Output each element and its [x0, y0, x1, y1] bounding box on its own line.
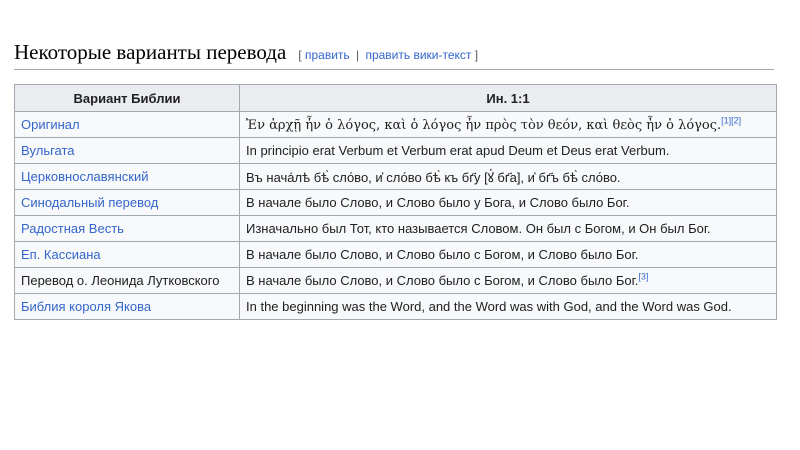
version-cell: Синодальный перевод [14, 189, 240, 216]
edit-bracket-close: ] [474, 48, 479, 62]
version-link-kassian[interactable]: Еп. Кассиана [21, 247, 101, 262]
verse-text: Ἐν ἀρχῇ ἦν ὁ λόγος, καὶ ὁ λόγος ἦν πρὸς … [246, 117, 722, 133]
verse-text: В начале было Слово, и Слово было с Бого… [246, 273, 639, 288]
verse-text: In the beginning was the Word, and the W… [246, 299, 732, 314]
version-link-kjv[interactable]: Библия короля Якова [21, 299, 151, 314]
version-link-church-slavonic[interactable]: Церковнославянский [21, 169, 148, 184]
edit-separator: | [355, 48, 360, 62]
edit-links: [ править | править вики-текст ] [298, 48, 478, 62]
text-cell: В начале было Слово, и Слово было у Бога… [239, 189, 777, 216]
version-link-synodal[interactable]: Синодальный перевод [21, 195, 158, 210]
version-link-vulgate[interactable]: Вульгата [21, 143, 75, 158]
verse-text: Изначально был Тот, кто называется Слово… [246, 221, 711, 236]
table-row: Еп. Кассиана В начале было Слово, и Слов… [14, 241, 777, 268]
text-cell: В начале было Слово, и Слово было с Бого… [239, 267, 777, 294]
version-cell: Библия короля Якова [14, 293, 240, 320]
version-link-original[interactable]: Оригинал [21, 117, 80, 132]
version-cell: Вульгата [14, 137, 240, 164]
table-header-row: Вариант Библии Ин. 1:1 [14, 84, 777, 112]
table-row: Вульгата In principio erat Verbum et Ver… [14, 137, 777, 164]
reference-link[interactable]: [3] [638, 272, 648, 282]
reference: [1][2] [721, 115, 741, 125]
version-cell: Перевод о. Леонида Лутковского [14, 267, 240, 294]
table-row: Церковнославянский Въ начáлѣ бѣ̀ сло́во,… [14, 163, 777, 190]
section-title: Некоторые варианты перевода [14, 40, 287, 64]
version-cell: Оригинал [14, 111, 240, 138]
edit-bracket-open: [ [298, 48, 302, 62]
verse-text: In principio erat Verbum et Verbum erat … [246, 143, 670, 158]
text-cell: Въ начáлѣ бѣ̀ сло́во, и҆ сло́во бѣ̀ къ б… [239, 163, 777, 190]
header-verse: Ин. 1:1 [239, 84, 777, 112]
reference-link[interactable]: [1] [721, 115, 731, 125]
version-cell: Церковнославянский [14, 163, 240, 190]
table-row: Оригинал Ἐν ἀρχῇ ἦν ὁ λόγος, καὶ ὁ λόγος… [14, 111, 777, 138]
text-cell: Изначально был Тот, кто называется Слово… [239, 215, 777, 242]
edit-link[interactable]: править [305, 48, 350, 62]
verse-text: В начале было Слово, и Слово было с Бого… [246, 247, 639, 262]
table-row: Синодальный перевод В начале было Слово,… [14, 189, 777, 216]
text-cell: In the beginning was the Word, and the W… [239, 293, 777, 320]
version-label-lutkovsky: Перевод о. Леонида Лутковского [21, 273, 220, 288]
translations-table: Вариант Библии Ин. 1:1 Оригинал Ἐν ἀρχῇ … [14, 84, 777, 320]
section-header: Некоторые варианты перевода [ править | … [14, 40, 774, 70]
header-version: Вариант Библии [14, 84, 240, 112]
text-cell: Ἐν ἀρχῇ ἦν ὁ λόγος, καὶ ὁ λόγος ἦν πρὸς … [239, 111, 777, 138]
version-link-good-news[interactable]: Радостная Весть [21, 221, 124, 236]
version-cell: Еп. Кассиана [14, 241, 240, 268]
table-row: Перевод о. Леонида Лутковского В начале … [14, 267, 777, 294]
version-cell: Радостная Весть [14, 215, 240, 242]
verse-text: В начале было Слово, и Слово было у Бога… [246, 195, 630, 210]
edit-source-link[interactable]: править вики-текст [365, 48, 471, 62]
table-row: Радостная Весть Изначально был Тот, кто … [14, 215, 777, 242]
verse-text: Въ начáлѣ бѣ̀ сло́во, и҆ сло́во бѣ̀ къ б… [246, 169, 621, 185]
reference: [3] [638, 272, 648, 282]
text-cell: In principio erat Verbum et Verbum erat … [239, 137, 777, 164]
text-cell: В начале было Слово, и Слово было с Бого… [239, 241, 777, 268]
table-row: Библия короля Якова In the beginning was… [14, 293, 777, 320]
reference-link[interactable]: [2] [731, 115, 741, 125]
